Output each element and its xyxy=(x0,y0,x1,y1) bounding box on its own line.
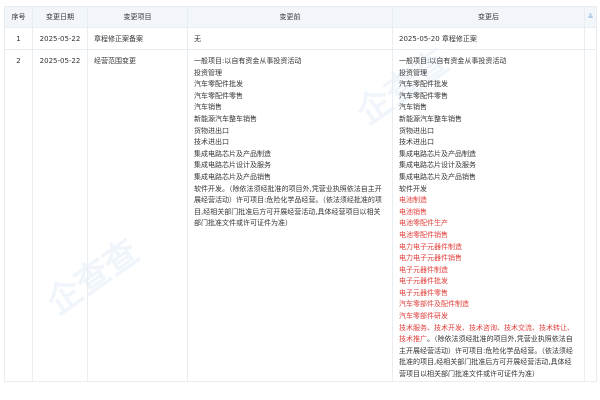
scope-item: 电子元器件零售 xyxy=(399,288,448,297)
scope-item: 汽车零部件研发 xyxy=(399,312,448,321)
table-header: 序号 变更日期 变更项目 变更前 变更后 ≚ xyxy=(4,6,597,28)
scope-item: 电力电子元器件制造 xyxy=(399,242,462,251)
col-no: 序号 xyxy=(4,6,33,28)
scope-item: 汽车零配件批发 xyxy=(194,80,243,89)
scope-item: 汽车销售 xyxy=(194,103,222,112)
scope-item: 新能源汽车整车销售 xyxy=(399,114,462,123)
table-row: 2 2025-05-22 经营范围变更 一般项目:以自有资金从事投资活动 投资管理… xyxy=(4,49,597,382)
scope-item: 一般项目:以自有资金从事投资活动 xyxy=(194,57,302,65)
scope-item: 集成电路芯片及产品制造 xyxy=(194,149,271,158)
scope-item: 软件开发 xyxy=(399,184,427,193)
scope-item: 电池销售 xyxy=(399,207,427,216)
scope-item: 货物进出口 xyxy=(399,126,434,135)
scope-item: 集成电路芯片及产品销售 xyxy=(399,172,476,181)
scope-item: 汽车零部件及配件制造 xyxy=(399,300,469,309)
row-no: 1 xyxy=(4,27,33,50)
scope-item: 集成电路芯片设计及服务 xyxy=(194,161,271,170)
scope-item: 电子元器件批发 xyxy=(399,277,448,286)
col-date: 变更日期 xyxy=(32,6,88,28)
row-after: 2025-05-20 章程修正案 xyxy=(392,27,585,50)
change-records-table: 序号 变更日期 变更项目 变更前 变更后 ≚ 1 2025-05-22 章程修正… xyxy=(4,6,597,382)
scope-item: 汽车零配件零售 xyxy=(194,91,243,100)
table-row: 1 2025-05-22 章程修正案备案 无 2025-05-20 章程修正案 xyxy=(4,27,597,50)
row-no: 2 xyxy=(4,49,33,382)
scope-item: 电池制造 xyxy=(399,196,427,205)
row-before: 一般项目:以自有资金从事投资活动 投资管理汽车零配件批发 汽车零配件零售 汽车销售新能… xyxy=(187,49,393,382)
row-after: 一般项目:以自有资金从事投资活动 投资管理汽车零配件批发 汽车零配件零售 汽车销售新能… xyxy=(392,49,585,382)
scope-item: 集成电路芯片及产品销售 xyxy=(194,172,271,181)
row-before: 无 xyxy=(187,27,393,50)
scope-item: 一般项目:以自有资金从事投资活动 xyxy=(399,57,507,65)
scope-item: 新能源汽车整车销售 xyxy=(194,114,257,123)
row-date: 2025-05-22 xyxy=(32,27,88,50)
scope-item: 货物进出口 xyxy=(194,126,229,135)
scope-item: 技术进出口 xyxy=(399,138,434,147)
scope-item: 电子元器件制造 xyxy=(399,265,448,274)
scope-item: 电池零配件生产 xyxy=(399,219,448,228)
scope-item: 汽车销售 xyxy=(399,103,427,112)
scope-item: 汽车零配件批发 xyxy=(399,80,448,89)
col-after: 变更后 xyxy=(392,6,585,28)
row-item: 章程修正案备案 xyxy=(87,27,188,50)
scope-item: 电池零配件销售 xyxy=(399,230,448,239)
scope-item: 集成电路芯片设计及服务 xyxy=(399,161,476,170)
col-before: 变更前 xyxy=(187,6,393,28)
before-note: 软件开发。（除依法须经批准的项目外,凭营业执照依法自主开展经营活动）许可项目:危… xyxy=(194,184,382,228)
scope-item: 电力电子元器件销售 xyxy=(399,254,462,263)
scope-item: 集成电路芯片及产品制造 xyxy=(399,149,476,158)
scope-item: 投资管理 xyxy=(194,68,222,77)
scope-item: 技术进出口 xyxy=(194,138,229,147)
row-date: 2025-05-22 xyxy=(32,49,88,382)
expand-toggle-icon[interactable]: ≚ xyxy=(588,13,594,21)
row-item: 经营范围变更 xyxy=(87,49,188,382)
scope-item: 汽车零配件零售 xyxy=(399,91,448,100)
col-item: 变更项目 xyxy=(87,6,188,28)
scope-item: 投资管理 xyxy=(399,68,427,77)
